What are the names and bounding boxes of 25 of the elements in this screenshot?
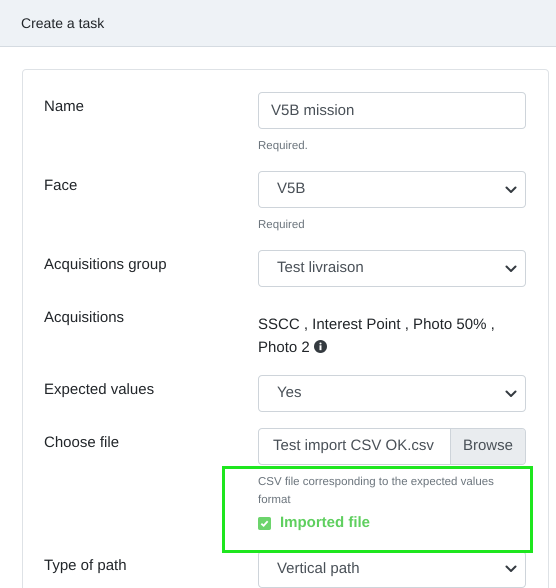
help-text: Required. — [258, 139, 309, 154]
help-text: CSV file corresponding to the expected values format — [258, 475, 495, 508]
chevron-down-icon — [505, 186, 517, 194]
file-field[interactable]: Test import CSV OK.csv Browse — [258, 428, 526, 465]
field-label: Face — [44, 176, 78, 196]
chevron-down-icon — [505, 565, 517, 573]
text-field[interactable]: V5B mission — [258, 92, 526, 129]
field-label: Name — [44, 97, 86, 117]
chevron-down-icon — [505, 390, 517, 398]
field-label: Type of path — [44, 556, 128, 576]
select-field[interactable]: Test livraison — [258, 250, 526, 287]
acquisitions-text: SSCC , Interest Point , Photo 50% , Photo 2 — [258, 315, 496, 358]
help-text: Required — [258, 218, 306, 233]
field-label: Expected values — [44, 380, 156, 400]
chevron-down-icon — [505, 264, 517, 272]
field-label: Acquisitions group — [44, 255, 168, 275]
select-field[interactable]: Yes — [258, 375, 526, 412]
page-title: Create a task — [21, 14, 104, 32]
select-field[interactable]: V5B — [258, 171, 526, 208]
field-label: Acquisitions — [44, 308, 126, 328]
info-icon — [314, 340, 327, 353]
field-label: Choose file — [44, 433, 120, 453]
browse-button[interactable]: Browse — [450, 429, 525, 464]
select-field[interactable]: Vertical path — [258, 550, 526, 588]
status-text: Imported file — [280, 513, 370, 533]
